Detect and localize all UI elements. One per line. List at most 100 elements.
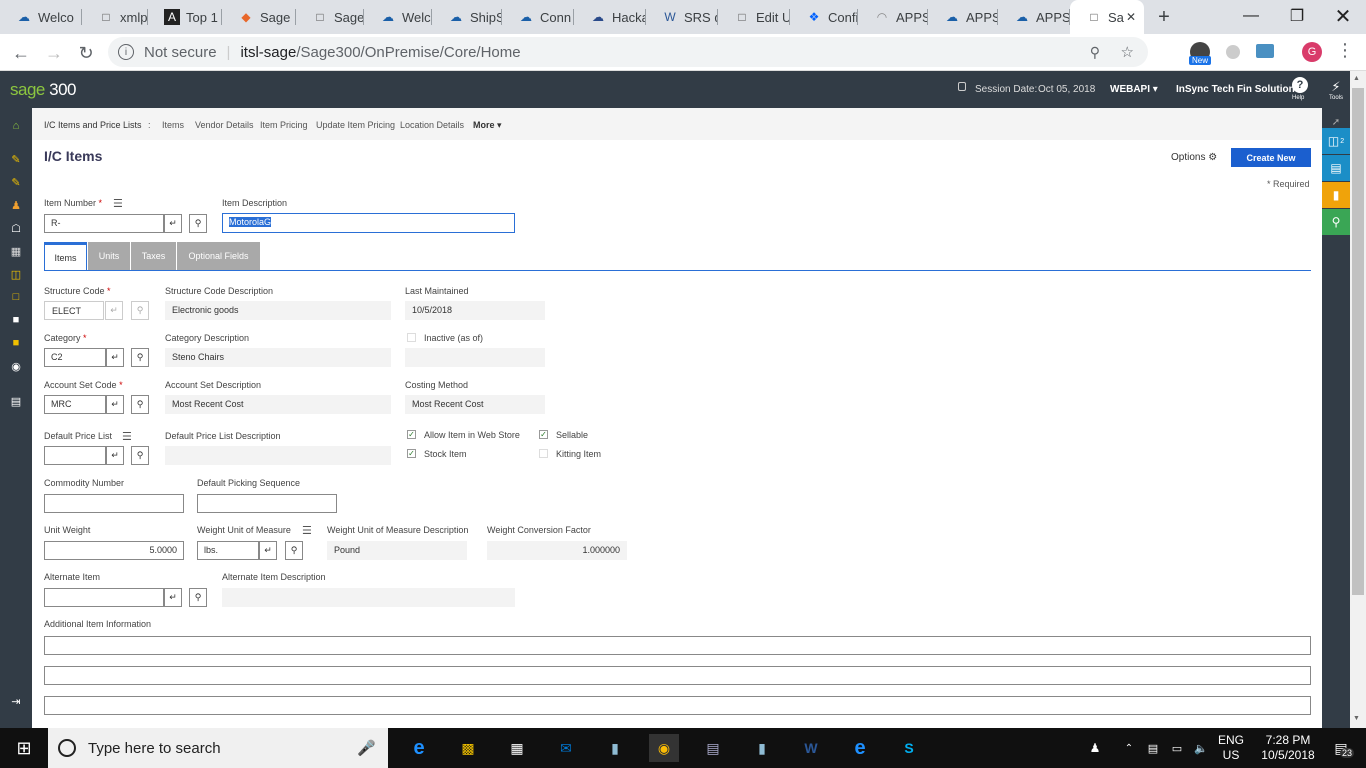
company-selector[interactable]: WEBAPI ▾: [1110, 84, 1158, 95]
clock[interactable]: 7:28 PM 10/5/2018: [1258, 733, 1318, 763]
windows-start-icon[interactable]: ⊞: [9, 734, 39, 762]
global-search-button[interactable]: ⚲: [1322, 209, 1350, 235]
alternate-item-input[interactable]: [44, 588, 164, 607]
app2-icon[interactable]: ▮: [747, 734, 777, 762]
allow-web-store-checkbox[interactable]: ✓: [407, 430, 416, 439]
network-app-icon[interactable]: ▤: [698, 734, 728, 762]
item-number-go-button[interactable]: ↵: [164, 214, 182, 233]
windows-manager-button[interactable]: ◫ 2: [1322, 128, 1350, 154]
bookmark-star-icon[interactable]: ☆: [1121, 43, 1134, 61]
browser-tab[interactable]: □ Sa ✕: [1070, 0, 1144, 34]
module-payroll-icon[interactable]: ■: [8, 335, 24, 351]
weight-uom-go-button[interactable]: ↵: [259, 541, 277, 560]
breadcrumb-item-vendor-details[interactable]: Vendor Details: [195, 120, 254, 130]
extension3-icon[interactable]: [1256, 44, 1274, 58]
skype-icon[interactable]: S: [894, 734, 924, 762]
breadcrumb-item-update-item-pricing[interactable]: Update Item Pricing: [316, 120, 395, 130]
breadcrumb-item-location-details[interactable]: Location Details: [400, 120, 464, 130]
scroll-down-icon[interactable]: ▼: [1353, 715, 1360, 722]
close-window-icon[interactable]: ✕: [1320, 0, 1366, 32]
tab-taxes[interactable]: Taxes: [131, 242, 176, 270]
breadcrumb-more-menu[interactable]: More ▾: [473, 120, 502, 131]
kitting-item-checkbox[interactable]: [539, 449, 548, 458]
language-indicator[interactable]: ENG US: [1218, 733, 1244, 763]
people-icon[interactable]: ♟: [1080, 734, 1110, 762]
module-po-icon[interactable]: □: [8, 289, 24, 305]
module-ar-icon[interactable]: ♟: [8, 197, 24, 213]
breadcrumb-root[interactable]: I/C Items and Price Lists: [44, 120, 142, 130]
weight-uom-finder-list-icon[interactable]: ☰: [302, 524, 312, 537]
store-icon[interactable]: ▦: [502, 734, 532, 762]
ie-icon[interactable]: e: [404, 734, 434, 762]
tab-optional-fields[interactable]: Optional Fields: [177, 242, 260, 270]
scrollbar-thumb[interactable]: [1352, 88, 1364, 595]
page-scrollbar[interactable]: ▲ ▼: [1350, 71, 1366, 728]
module-ap-icon[interactable]: ✎: [8, 174, 24, 190]
report-button[interactable]: ▮: [1322, 182, 1350, 208]
tab-units[interactable]: Units: [88, 242, 130, 270]
browser-tab[interactable]: ☁ APPS: [928, 0, 998, 34]
word-icon[interactable]: W: [796, 734, 826, 762]
app-icon[interactable]: ▮: [600, 734, 630, 762]
browser-tab[interactable]: ☁ Welco: [364, 0, 432, 34]
create-new-button[interactable]: Create New: [1231, 148, 1311, 167]
scroll-up-icon[interactable]: ▲: [1353, 75, 1360, 82]
browser-tab[interactable]: □ xmlpr: [82, 0, 148, 34]
account-set-finder-button[interactable]: ⚲: [131, 395, 149, 414]
module-reports-icon[interactable]: ▤: [8, 393, 24, 409]
price-list-finder-list-icon[interactable]: ☰: [122, 430, 132, 443]
browser-tab[interactable]: □ Sage: [296, 0, 364, 34]
zoom-icon[interactable]: ⚲: [1090, 44, 1100, 61]
browser-tab[interactable]: □ Edit U: [718, 0, 790, 34]
category-finder-button[interactable]: ⚲: [131, 348, 149, 367]
additional-info-line-2[interactable]: [44, 666, 1311, 685]
address-bar[interactable]: i Not secure | itsl-sage /Sage300/OnPrem…: [108, 37, 1148, 67]
tab-items[interactable]: Items: [44, 242, 87, 270]
browser-tab[interactable]: ☁ Welco: [0, 0, 82, 34]
alternate-item-finder-button[interactable]: ⚲: [189, 588, 207, 607]
profile-avatar[interactable]: G: [1302, 42, 1322, 62]
default-price-list-input[interactable]: [44, 446, 106, 465]
module-oe-icon[interactable]: ◫: [8, 266, 24, 282]
minimize-icon[interactable]: —: [1228, 0, 1274, 32]
chrome-icon[interactable]: ◉: [649, 734, 679, 762]
back-icon[interactable]: ←: [8, 40, 34, 66]
module-ic-icon[interactable]: ▦: [8, 243, 24, 259]
unit-weight-input[interactable]: 5.0000: [44, 541, 184, 560]
price-list-go-button[interactable]: ↵: [106, 446, 124, 465]
forward-icon[interactable]: →: [41, 40, 67, 66]
picking-sequence-input[interactable]: [197, 494, 337, 513]
category-go-button[interactable]: ↵: [106, 348, 124, 367]
browser-tab[interactable]: ☁ Conn: [502, 0, 574, 34]
taskbar-search-box[interactable]: Type here to search 🎤: [48, 728, 388, 768]
new-tab-button[interactable]: +: [1150, 6, 1178, 28]
browser-tab[interactable]: W SRS d: [646, 0, 718, 34]
sellable-checkbox[interactable]: ✓: [539, 430, 548, 439]
browser-tab[interactable]: ☁ APPS: [998, 0, 1070, 34]
browser-tab[interactable]: ◆ Sage: [222, 0, 296, 34]
edge-icon[interactable]: e: [845, 734, 875, 762]
breadcrumb-item-item-pricing[interactable]: Item Pricing: [260, 120, 308, 130]
volume-icon[interactable]: 🔈: [1186, 734, 1216, 762]
module-tax-icon[interactable]: ◉: [8, 358, 24, 374]
browser-tab[interactable]: ◠ APPS: [858, 0, 928, 34]
menu-dots-icon[interactable]: ⋮: [1336, 40, 1354, 61]
module-bank-icon[interactable]: ☖: [8, 220, 24, 236]
home-icon[interactable]: ⌂: [8, 118, 24, 134]
module-pj-icon[interactable]: ■: [8, 312, 24, 328]
additional-info-line-1[interactable]: [44, 636, 1311, 655]
module-gl-icon[interactable]: ✎: [8, 151, 24, 167]
price-list-finder-button[interactable]: ⚲: [131, 446, 149, 465]
sage-logo[interactable]: sage 300: [10, 80, 76, 100]
close-tab-icon[interactable]: ✕: [1126, 10, 1136, 24]
reload-icon[interactable]: ↻: [73, 40, 99, 66]
alternate-item-go-button[interactable]: ↵: [164, 588, 182, 607]
screen-settings-button[interactable]: ▤: [1322, 155, 1350, 181]
account-set-input[interactable]: MRC: [44, 395, 106, 414]
help-icon[interactable]: ?: [1292, 77, 1308, 93]
browser-tab[interactable]: ☁ Hacka: [574, 0, 646, 34]
item-description-input[interactable]: MotorolaG: [222, 213, 515, 233]
finder-list-icon[interactable]: ☰: [113, 197, 123, 210]
browser-tab[interactable]: ☁ ShipS: [432, 0, 502, 34]
item-number-input[interactable]: R-: [44, 214, 164, 233]
